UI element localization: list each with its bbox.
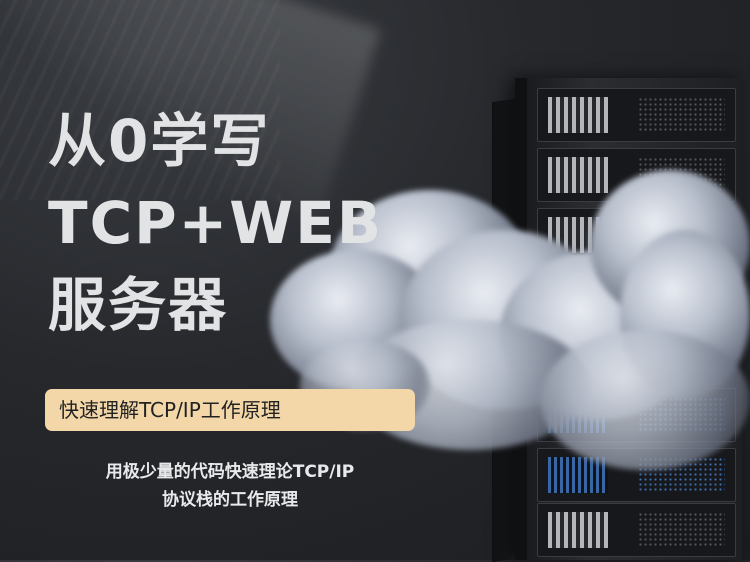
title-line: 从0学写 — [48, 107, 271, 175]
subtitle-badge: 快速理解TCP/IP工作原理 — [45, 389, 415, 431]
page-title: 从0学写 TCP+WEB 服务器 — [48, 100, 383, 346]
title-line: 服务器 — [48, 271, 229, 339]
title-line: TCP+WEB — [48, 189, 384, 257]
server-unit — [537, 503, 736, 557]
description: 用极少量的代码快速理论TCP/IP 协议栈的工作原理 — [40, 458, 420, 514]
description-line: 用极少量的代码快速理论TCP/IP — [105, 462, 355, 482]
server-unit — [537, 88, 736, 142]
description-line: 协议栈的工作原理 — [162, 490, 298, 510]
